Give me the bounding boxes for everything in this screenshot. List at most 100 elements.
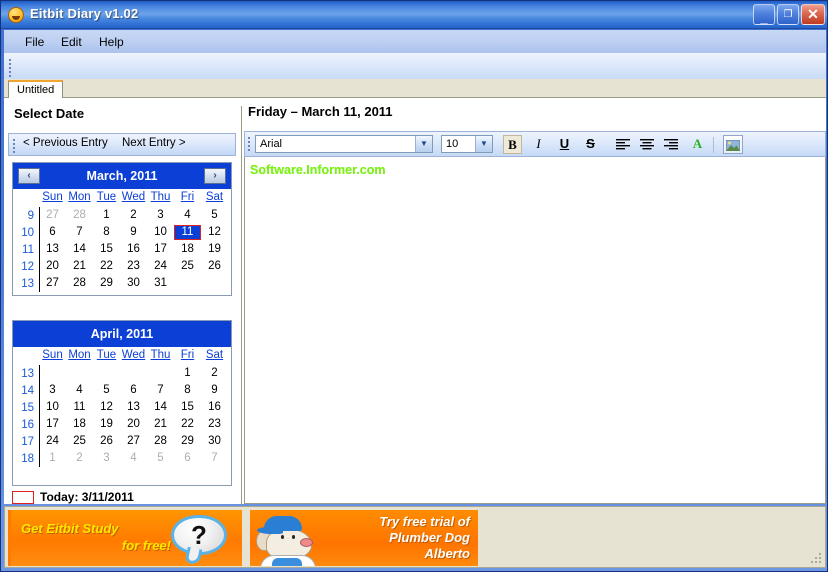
calendar-day[interactable]: 14 [147, 400, 174, 415]
calendar-day[interactable]: 27 [39, 276, 66, 291]
close-button[interactable]: ✕ [801, 4, 825, 25]
calendar-day[interactable]: 16 [201, 400, 228, 415]
calendar-day[interactable]: 18 [66, 417, 93, 432]
day-header-wed[interactable]: Wed [120, 349, 147, 365]
calendar-day[interactable]: 26 [201, 259, 228, 274]
align-left-button[interactable] [613, 135, 632, 154]
underline-button[interactable]: U [555, 135, 574, 154]
bold-button[interactable]: B [503, 135, 522, 154]
calendar-day[interactable]: 28 [147, 434, 174, 449]
calendar-day[interactable]: 15 [174, 400, 201, 415]
calendar-day[interactable]: 17 [147, 242, 174, 257]
calendar-day[interactable]: 24 [147, 259, 174, 274]
calendar-day[interactable]: 18 [174, 242, 201, 257]
day-header-wed[interactable]: Wed [120, 191, 147, 207]
calendar-day[interactable]: 13 [120, 400, 147, 415]
maximize-button[interactable]: ❐ [777, 4, 799, 25]
calendar-day[interactable]: 19 [201, 242, 228, 257]
calendar-day-selected[interactable]: 11 [174, 225, 201, 240]
calendar-day[interactable]: 23 [201, 417, 228, 432]
insert-picture-button[interactable] [723, 135, 743, 154]
week-number[interactable]: 17 [13, 436, 39, 448]
entry-text-editor[interactable]: Software.Informer.com [244, 157, 826, 504]
tab-untitled[interactable]: Untitled [8, 80, 64, 98]
toolbar-grip[interactable] [9, 59, 12, 77]
calendar-day[interactable]: 9 [120, 225, 147, 240]
calendar-day[interactable]: 5 [201, 208, 228, 223]
italic-button[interactable]: I [529, 135, 548, 154]
next-entry-button[interactable]: Next Entry > [122, 137, 186, 149]
calendar-day[interactable]: 6 [120, 383, 147, 398]
calendar-day[interactable]: 30 [201, 434, 228, 449]
calendar-day[interactable]: 9 [201, 383, 228, 398]
menu-item-edit[interactable]: Edit [56, 34, 87, 50]
week-number[interactable]: 11 [13, 244, 39, 256]
font-color-button[interactable]: A [688, 135, 707, 154]
week-number[interactable]: 15 [13, 402, 39, 414]
calendar-day[interactable]: 12 [201, 225, 228, 240]
menu-item-file[interactable]: File [20, 34, 49, 50]
calendar-day[interactable]: 29 [174, 434, 201, 449]
font-size-select[interactable]: 10 ▼ [441, 135, 493, 153]
week-number[interactable]: 13 [13, 278, 39, 290]
menu-item-help[interactable]: Help [94, 34, 129, 50]
week-number[interactable]: 14 [13, 385, 39, 397]
calendar-day[interactable]: 21 [147, 417, 174, 432]
calendar-next-month-button[interactable]: › [204, 168, 226, 184]
font-family-select[interactable]: Arial ▼ [255, 135, 433, 153]
calendar-day[interactable]: 10 [39, 400, 66, 415]
calendar-day[interactable]: 15 [93, 242, 120, 257]
day-header-mon[interactable]: Mon [66, 191, 93, 207]
week-number[interactable]: 10 [13, 227, 39, 239]
calendar-day[interactable]: 27 [39, 208, 66, 223]
day-header-tue[interactable]: Tue [93, 349, 120, 365]
calendar-day[interactable]: 31 [147, 276, 174, 291]
day-header-thu[interactable]: Thu [147, 349, 174, 365]
window-resize-grip[interactable] [811, 553, 823, 565]
minimize-button[interactable]: _ [753, 4, 775, 25]
day-header-sat[interactable]: Sat [201, 349, 228, 365]
calendar-prev-month-button[interactable]: ‹ [18, 168, 40, 184]
calendar-day[interactable]: 30 [120, 276, 147, 291]
calendar-day[interactable]: 7 [201, 451, 228, 466]
calendar-day[interactable]: 28 [66, 276, 93, 291]
calendar-day[interactable]: 25 [66, 434, 93, 449]
calendar-day[interactable]: 2 [66, 451, 93, 466]
calendar-day[interactable]: 4 [120, 451, 147, 466]
previous-entry-button[interactable]: < Previous Entry [23, 137, 108, 149]
week-number[interactable]: 9 [13, 210, 39, 222]
calendar-day[interactable]: 20 [39, 259, 66, 274]
calendar-day[interactable]: 19 [93, 417, 120, 432]
calendar-day[interactable]: 5 [147, 451, 174, 466]
day-header-sat[interactable]: Sat [201, 191, 228, 207]
ad-banner-plumber-dog[interactable]: Try free trial of Plumber Dog Alberto [250, 510, 478, 566]
calendar-day[interactable]: 1 [93, 208, 120, 223]
calendar-day[interactable]: 16 [120, 242, 147, 257]
calendar-day[interactable]: 6 [174, 451, 201, 466]
calendar-day[interactable]: 14 [66, 242, 93, 257]
day-header-sun[interactable]: Sun [39, 349, 66, 365]
calendar-day[interactable]: 7 [147, 383, 174, 398]
week-number[interactable]: 18 [13, 453, 39, 465]
calendar-day[interactable]: 6 [39, 225, 66, 240]
nav-toolbar-grip[interactable] [13, 139, 16, 153]
day-header-tue[interactable]: Tue [93, 191, 120, 207]
calendar-day[interactable]: 2 [201, 366, 228, 381]
calendar-day[interactable]: 17 [39, 417, 66, 432]
ad-banner-eitbit-study[interactable]: Get Eitbit Study for free! ? [8, 510, 242, 566]
week-number[interactable]: 12 [13, 261, 39, 273]
calendar-day[interactable]: 7 [66, 225, 93, 240]
week-number[interactable]: 13 [13, 368, 39, 380]
week-number[interactable]: 16 [13, 419, 39, 431]
align-right-button[interactable] [661, 135, 680, 154]
calendar-day[interactable]: 12 [93, 400, 120, 415]
calendar-day[interactable]: 20 [120, 417, 147, 432]
day-header-mon[interactable]: Mon [66, 349, 93, 365]
calendar-day[interactable]: 1 [174, 366, 201, 381]
calendar-day[interactable]: 23 [120, 259, 147, 274]
calendar-day[interactable]: 29 [93, 276, 120, 291]
day-header-fri[interactable]: Fri [174, 349, 201, 365]
calendar-day[interactable]: 8 [93, 225, 120, 240]
day-header-sun[interactable]: Sun [39, 191, 66, 207]
calendar-day[interactable]: 3 [39, 383, 66, 398]
